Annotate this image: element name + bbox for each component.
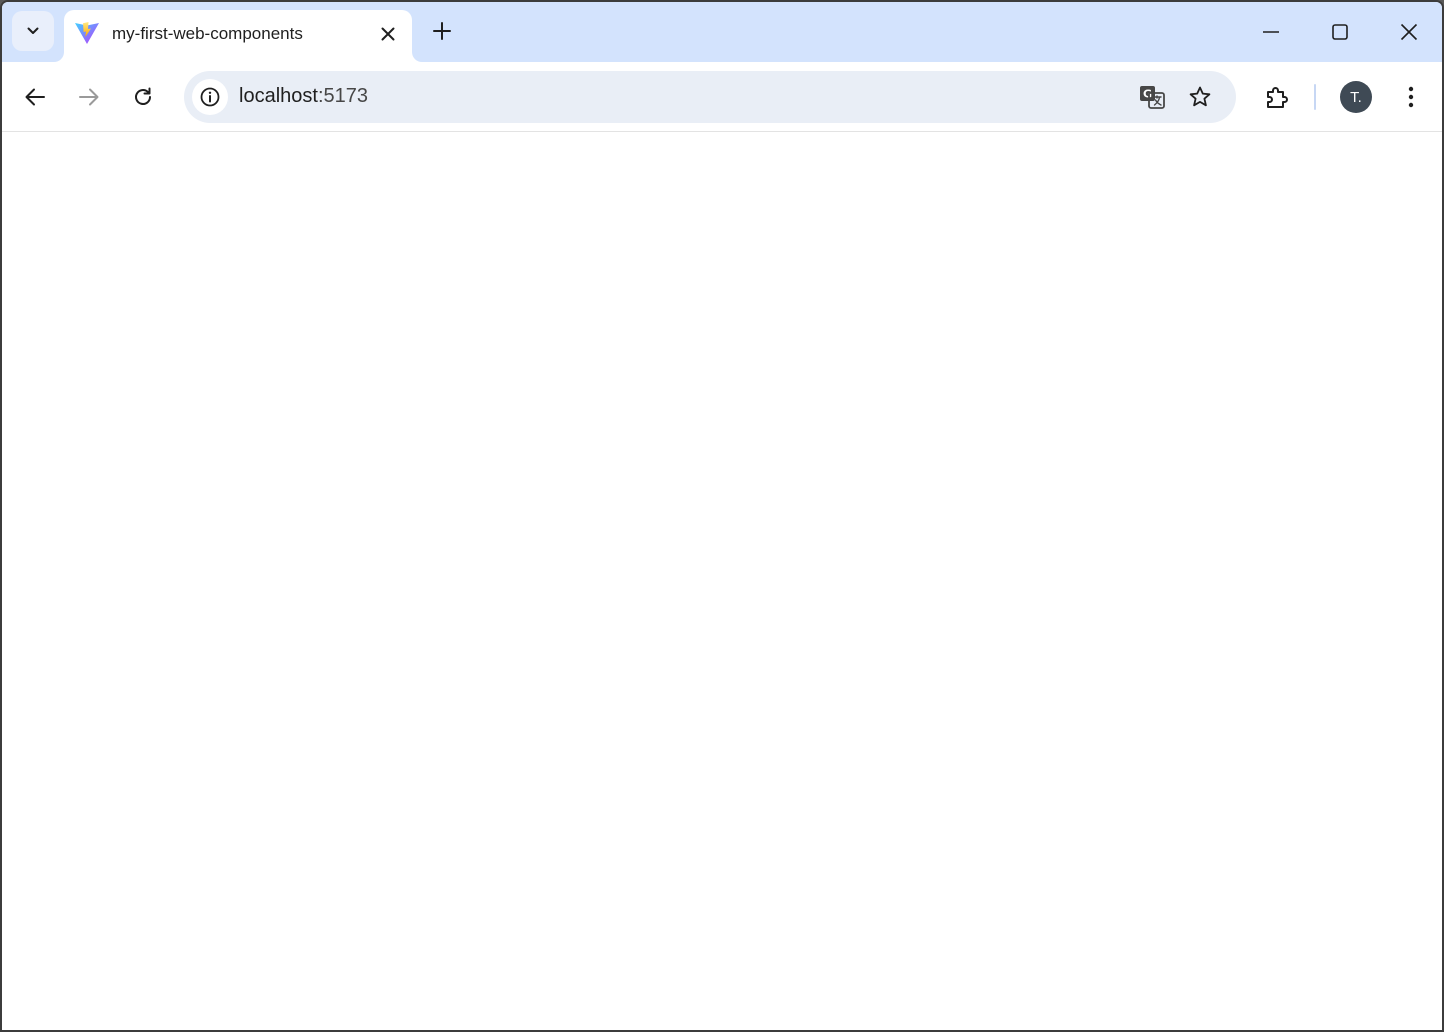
page-content — [2, 132, 1442, 1030]
translate-icon: G — [1140, 86, 1165, 109]
tab-title: my-first-web-components — [112, 24, 303, 43]
vite-logo-icon — [75, 22, 99, 44]
new-tab-button[interactable] — [426, 15, 458, 47]
tab-strip: my-first-web-components — [2, 2, 1442, 62]
toolbar-divider — [1314, 84, 1316, 110]
arrow-left-icon — [25, 88, 45, 106]
forward-button[interactable] — [70, 78, 108, 116]
minimize-icon — [1263, 31, 1279, 33]
tab-search-button[interactable] — [12, 11, 54, 51]
profile-avatar[interactable]: T. — [1340, 81, 1372, 113]
puzzle-icon — [1267, 87, 1288, 108]
translate-button[interactable]: G — [1134, 79, 1170, 115]
site-info-button[interactable] — [192, 79, 228, 115]
url-host: localhost — [239, 85, 318, 107]
back-button[interactable] — [16, 78, 54, 116]
browser-window: my-first-web-components localhost:5173 G… — [0, 0, 1444, 1032]
close-icon — [1400, 23, 1418, 41]
plus-icon — [433, 22, 451, 40]
chevron-down-icon — [27, 27, 39, 34]
maximize-icon — [1332, 24, 1348, 40]
kebab-menu-icon — [1408, 86, 1414, 108]
close-icon — [381, 27, 395, 41]
address-bar[interactable]: localhost:5173 G — [184, 71, 1236, 123]
url-text[interactable]: localhost:5173 — [239, 85, 368, 108]
browser-toolbar: localhost:5173 G T. — [2, 62, 1442, 132]
tab-close-button[interactable] — [374, 20, 402, 48]
arrow-right-icon — [79, 88, 99, 106]
extensions-button[interactable] — [1258, 78, 1296, 116]
url-port: :5173 — [317, 85, 368, 107]
star-icon — [1189, 86, 1211, 107]
info-icon — [200, 87, 220, 107]
maximize-button[interactable] — [1317, 10, 1363, 54]
reload-icon — [135, 87, 151, 105]
reload-button[interactable] — [124, 78, 162, 116]
svg-text:G: G — [1143, 88, 1152, 101]
close-window-button[interactable] — [1386, 10, 1432, 54]
browser-menu-button[interactable] — [1392, 78, 1430, 116]
minimize-button[interactable] — [1248, 10, 1294, 54]
bookmark-button[interactable] — [1182, 79, 1218, 115]
active-tab[interactable]: my-first-web-components — [64, 10, 412, 62]
